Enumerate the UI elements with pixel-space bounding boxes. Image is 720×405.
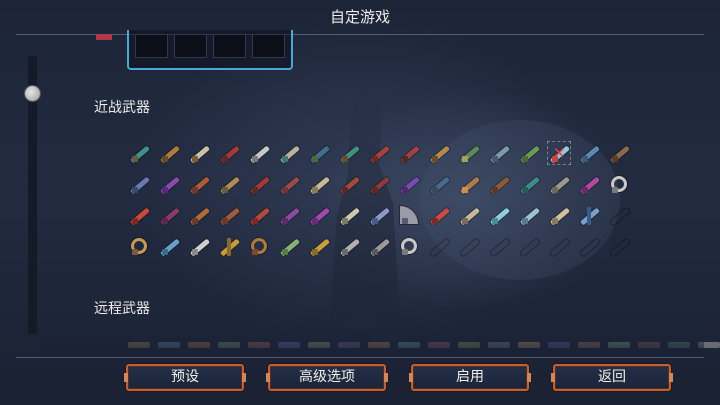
chain-hook-icon[interactable] <box>128 235 150 257</box>
heart-blade-icon[interactable] <box>428 204 450 226</box>
crossed-swords-icon[interactable] <box>458 204 480 226</box>
empty-slot <box>458 235 480 257</box>
pike-icon[interactable] <box>428 173 450 195</box>
page-title: 自定游戏 <box>329 8 390 26</box>
bone-icon[interactable] <box>308 173 330 195</box>
katana-icon[interactable] <box>128 173 150 195</box>
empty-slot <box>428 235 450 257</box>
sickle-icon[interactable] <box>368 173 390 195</box>
greatsword-icon[interactable] <box>488 173 510 195</box>
empty-slot <box>518 235 540 257</box>
sword-icon[interactable] <box>188 142 210 164</box>
lance-icon[interactable] <box>518 142 540 164</box>
hook-icon[interactable] <box>578 173 600 195</box>
moon-blade-icon[interactable] <box>188 235 210 257</box>
crossbow-blade-icon[interactable] <box>548 173 570 195</box>
orb-flail-icon[interactable] <box>218 235 240 257</box>
frying-pan-icon[interactable] <box>608 173 630 195</box>
club-icon[interactable] <box>188 173 210 195</box>
tooth-icon[interactable] <box>548 204 570 226</box>
candelabra-icon[interactable] <box>578 204 600 226</box>
spear-icon[interactable] <box>338 142 360 164</box>
spiked-club-icon[interactable] <box>278 173 300 195</box>
empty-slot <box>578 235 600 257</box>
presets-button[interactable]: 预设 <box>124 364 246 391</box>
anchor-icon[interactable] <box>368 235 390 257</box>
ranged-weapons-heading: 远程武器 <box>94 301 150 317</box>
axe-icon[interactable] <box>458 142 480 164</box>
shovel-icon[interactable] <box>308 142 330 164</box>
loadout-slot[interactable] <box>252 34 285 58</box>
longsword-icon[interactable] <box>518 204 540 226</box>
advanced-options-button[interactable]: 高级选项 <box>266 364 388 391</box>
halberd-icon[interactable] <box>488 142 510 164</box>
empty-slot <box>608 204 630 226</box>
fire-shield-icon[interactable] <box>128 204 150 226</box>
steel-sabre-icon[interactable] <box>338 235 360 257</box>
footer-divider <box>16 357 704 358</box>
empty-slot <box>548 235 570 257</box>
trident-icon[interactable] <box>578 142 600 164</box>
scroll-fade-overlay <box>40 326 704 357</box>
mace-icon[interactable] <box>248 173 270 195</box>
scythe-icon[interactable] <box>128 142 150 164</box>
hand-crossbow-icon[interactable] <box>368 204 390 226</box>
loadout-slot[interactable] <box>174 34 207 58</box>
empty-slot <box>608 235 630 257</box>
bat-wing-icon[interactable] <box>158 204 180 226</box>
ice-axe-icon[interactable] <box>158 235 180 257</box>
meat-club-icon[interactable] <box>248 204 270 226</box>
ice-sword-icon[interactable] <box>488 204 510 226</box>
loadout-slot[interactable] <box>135 34 168 58</box>
crescent-blade-icon[interactable] <box>398 173 420 195</box>
gauntlet-icon[interactable] <box>338 173 360 195</box>
cane-icon[interactable] <box>218 204 240 226</box>
title-divider <box>16 34 704 35</box>
claw-icon[interactable] <box>608 142 630 164</box>
disabled-x-icon: ✕ <box>553 144 566 162</box>
golden-knuckle-icon[interactable] <box>308 235 330 257</box>
dagger-icon[interactable] <box>158 142 180 164</box>
melee-weapons-heading: 近战武器 <box>94 100 150 116</box>
empty-slot <box>488 235 510 257</box>
oven-axe-icon[interactable] <box>398 235 420 257</box>
morning-star-icon[interactable] <box>248 235 270 257</box>
whip-icon[interactable] <box>218 142 240 164</box>
melee-weapons-grid: ✕ <box>128 141 638 266</box>
loadout-slot[interactable] <box>213 34 246 58</box>
lute-icon[interactable] <box>188 204 210 226</box>
broadsword-icon[interactable] <box>428 142 450 164</box>
thin-sword-icon[interactable] <box>338 204 360 226</box>
boomerang-icon[interactable] <box>218 173 240 195</box>
custom-game-screen: 自定游戏 近战武器 ✕ 远程武器 预设 高级选项 启用 返回 <box>0 0 720 405</box>
back-button[interactable]: 返回 <box>551 364 673 391</box>
loadout-slots-panel <box>127 30 293 70</box>
javelin-icon[interactable] <box>518 173 540 195</box>
war-fan-icon[interactable] <box>398 204 420 226</box>
rapier-icon[interactable] <box>278 142 300 164</box>
enable-button[interactable]: 启用 <box>409 364 531 391</box>
lantern-icon[interactable] <box>308 204 330 226</box>
tentacle-icon[interactable] <box>278 204 300 226</box>
category-marker-icon <box>96 34 112 40</box>
torch-icon[interactable] <box>458 173 480 195</box>
frost-blade-icon[interactable]: ✕ <box>547 141 571 165</box>
hammer-icon[interactable] <box>398 142 420 164</box>
shield-icon[interactable] <box>158 173 180 195</box>
flail-icon[interactable] <box>368 142 390 164</box>
jade-sword-icon[interactable] <box>278 235 300 257</box>
scrollbar-thumb[interactable] <box>25 86 40 101</box>
twin-daggers-icon[interactable] <box>248 142 270 164</box>
